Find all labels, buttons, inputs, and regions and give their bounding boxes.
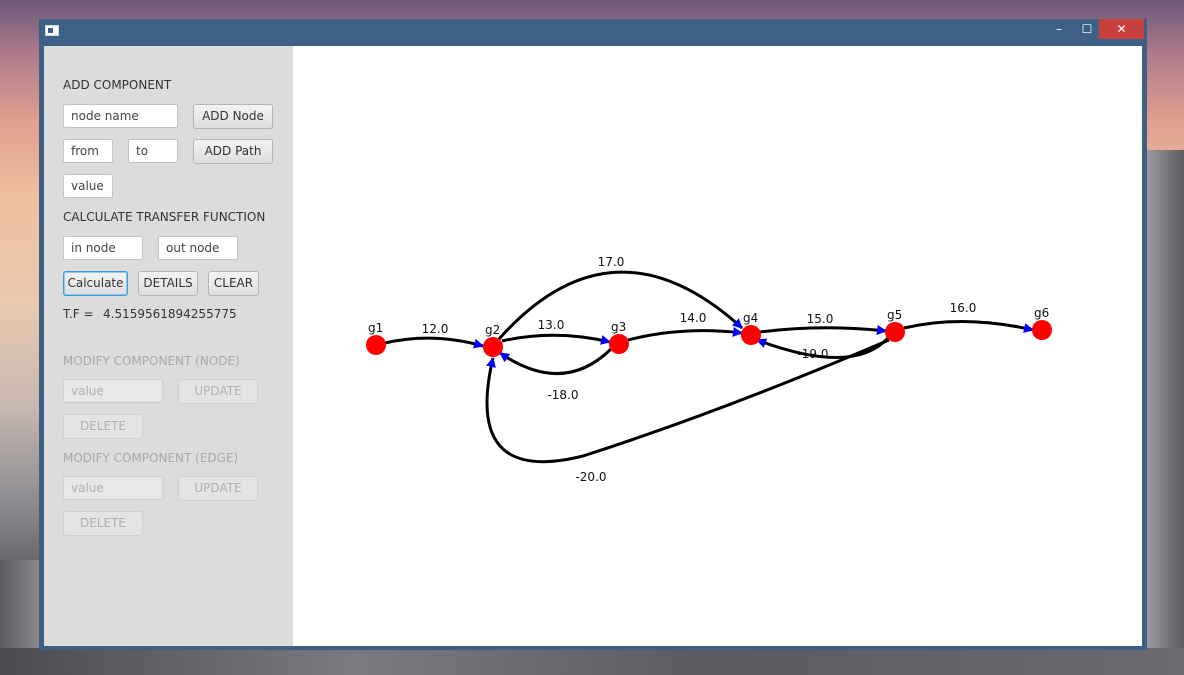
calculate-button[interactable]: Calculate (63, 271, 128, 296)
title-bar[interactable]: – ☐ ✕ (39, 19, 1147, 45)
desktop-background-ground (0, 648, 1184, 675)
edge-label-g5-g2: -20.0 (575, 470, 606, 484)
delete-node-button[interactable]: DELETE (63, 414, 143, 439)
in-node-input[interactable] (63, 236, 143, 260)
node-g2[interactable] (483, 337, 503, 357)
control-panel: ADD COMPONENT ADD Node ADD Path CALCULAT… (44, 46, 293, 646)
modify-node-heading: MODIFY COMPONENT (NODE) (63, 354, 240, 368)
edge-label-g5-g4: -19.0 (797, 347, 828, 361)
node-g4[interactable] (741, 325, 761, 345)
clear-button[interactable]: CLEAR (208, 271, 259, 296)
edge-g4-g5[interactable] (759, 325, 887, 335)
edge-label-g3-g4: 14.0 (680, 311, 707, 325)
add-component-heading: ADD COMPONENT (63, 78, 172, 92)
details-button[interactable]: DETAILS (138, 271, 198, 296)
edge-label-g2-g4: 17.0 (598, 255, 625, 269)
app-window: – ☐ ✕ ADD COMPONENT ADD Node ADD Path CA… (39, 19, 1147, 650)
edge-label-g4-g5: 15.0 (807, 312, 834, 326)
node-label-g2: g2 (485, 323, 500, 337)
out-node-input[interactable] (158, 236, 238, 260)
transfer-function-heading: CALCULATE TRANSFER FUNCTION (63, 210, 266, 224)
edge-g3-g2[interactable] (499, 347, 613, 375)
to-input[interactable] (128, 139, 178, 163)
node-label-g4: g4 (743, 311, 758, 325)
edge-label-g1-g2: 12.0 (422, 322, 449, 336)
modify-edge-heading: MODIFY COMPONENT (EDGE) (63, 451, 239, 465)
delete-edge-button[interactable]: DELETE (63, 511, 143, 536)
edge-g1-g2[interactable] (384, 336, 484, 349)
node-label-g6: g6 (1034, 306, 1049, 320)
edge-label-g5-g6: 16.0 (950, 301, 977, 315)
update-edge-button[interactable]: UPDATE (178, 476, 258, 501)
node-label-g1: g1 (368, 321, 383, 335)
node-g3[interactable] (609, 334, 629, 354)
app-icon (45, 25, 59, 36)
transfer-function-value: 4.5159561894255775 (103, 307, 237, 321)
client-area: ADD COMPONENT ADD Node ADD Path CALCULAT… (44, 46, 1142, 646)
node-label-g3: g3 (611, 320, 626, 334)
edge-label-g2-g3: 13.0 (538, 318, 565, 332)
add-node-button[interactable]: ADD Node (193, 104, 273, 129)
from-input[interactable] (63, 139, 113, 163)
close-button[interactable]: ✕ (1099, 19, 1144, 39)
node-label-g5: g5 (887, 308, 902, 322)
node-g6[interactable] (1032, 320, 1052, 340)
edge-label-g3-g2: -18.0 (547, 388, 578, 402)
node-value-input[interactable] (63, 379, 163, 403)
edge-g2-g3[interactable] (501, 333, 611, 345)
signal-flow-graph[interactable]: 12.0 13.017.0-18.014.0 15.0-19.0-20.016.0 … (293, 46, 1142, 646)
edge-g3-g4[interactable] (627, 326, 743, 342)
node-name-input[interactable] (63, 104, 178, 128)
transfer-function-label: T.F = (63, 307, 94, 321)
minimize-button[interactable]: – (1045, 19, 1073, 39)
node-g5[interactable] (885, 322, 905, 342)
node-g1[interactable] (366, 335, 386, 355)
edge-value-input[interactable] (63, 476, 163, 500)
edge-g5-g6[interactable] (903, 320, 1034, 333)
path-value-input[interactable] (63, 174, 113, 198)
add-path-button[interactable]: ADD Path (193, 139, 273, 164)
maximize-button[interactable]: ☐ (1073, 19, 1101, 39)
update-node-button[interactable]: UPDATE (178, 379, 258, 404)
graph-canvas[interactable]: 12.0 13.0 17.0 -18.0 14.0 15.0 -19.0 -20.0 16.0 … (293, 46, 1142, 646)
